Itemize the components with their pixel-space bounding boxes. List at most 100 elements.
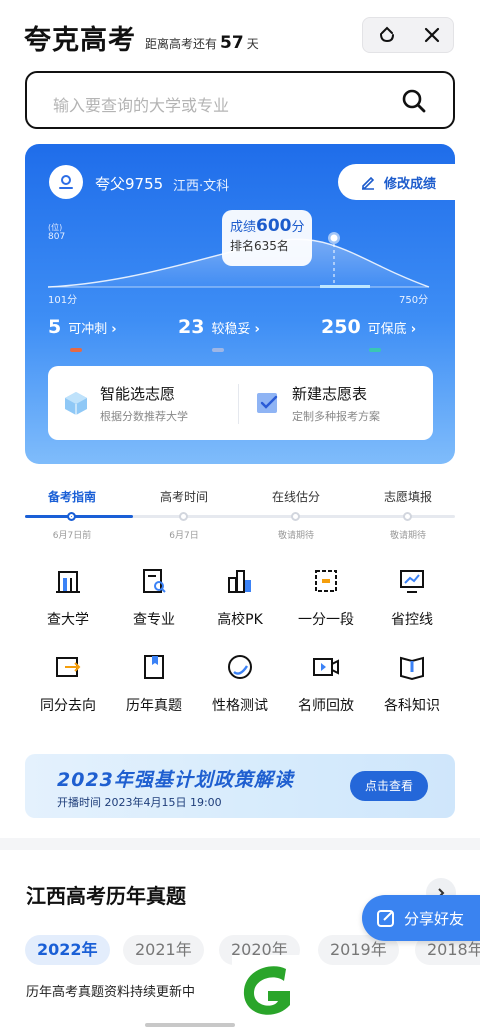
timeline-date: 敬请期待 — [389, 531, 426, 541]
search-input[interactable]: 输入要查询的大学或专业 — [25, 71, 455, 129]
grid-label: 省控线 — [391, 612, 433, 628]
chevron-right-icon: › — [410, 322, 417, 337]
count-rush-value: 5 — [48, 316, 62, 338]
share-friends-button[interactable]: 分享好友 — [362, 895, 480, 941]
college-pk-icon — [228, 570, 251, 593]
timeline-tab-guide[interactable]: 备考指南 — [17, 488, 127, 505]
year-tab[interactable]: 2021年 — [123, 935, 204, 965]
cube-icon — [65, 392, 87, 415]
teacher-replay-icon — [313, 658, 339, 676]
grid-item-control-line[interactable]: 省控线 — [368, 566, 456, 629]
timeline-dot — [179, 512, 188, 521]
grid-item-past-papers[interactable]: 历年真题 — [110, 652, 198, 715]
grid-label: 同分去向 — [40, 698, 96, 714]
past-papers-icon — [144, 655, 164, 679]
search-placeholder: 输入要查询的大学或专业 — [53, 96, 230, 115]
exam-timeline: 备考指南 高考时间 在线估分 志愿填报 6月7日前 6月7日 敬请期待 敬请期待 — [0, 488, 480, 548]
chevron-right-icon: › — [111, 322, 117, 337]
timeline-dot — [403, 512, 412, 521]
timeline-tab-exam-time[interactable]: 高考时间 — [129, 488, 239, 505]
count-rush-label: 可冲刺 — [68, 322, 108, 337]
timeline-label: 备考指南 — [47, 490, 96, 504]
control-line-icon — [400, 570, 424, 593]
search-icon[interactable] — [401, 88, 427, 118]
banner-subtitle: 开播时间 2023年4月15日 19:00 — [57, 796, 222, 809]
same-score-icon — [56, 657, 81, 677]
count-safe-bar — [369, 348, 381, 352]
papers-note: 历年高考真题资料持续更新中 — [26, 985, 196, 1000]
grid-item-major[interactable]: 查专业 — [110, 566, 198, 629]
count-stable[interactable]: 23 较稳妥 › — [178, 316, 260, 338]
countdown-suffix: 天 — [246, 37, 259, 51]
timeline-progress — [25, 515, 133, 518]
app-title: 夸克高考 — [24, 25, 136, 56]
timeline-tab-application[interactable]: 志愿填报 — [353, 488, 463, 505]
count-stable-bar — [212, 348, 224, 352]
grid-label: 查专业 — [133, 612, 175, 628]
university-icon — [56, 571, 80, 593]
section-divider — [0, 838, 480, 850]
grid-label: 一分一段 — [298, 612, 354, 628]
view-now-button[interactable]: 点击查看 — [350, 771, 428, 801]
grid-item-score-segment[interactable]: 一分一段 — [282, 566, 370, 629]
header: 夸克高考 距离高考还有 57 天 — [0, 0, 480, 70]
smart-choose-title: 智能选志愿 — [100, 384, 176, 403]
score-line: 成绩600分 — [230, 216, 312, 236]
chart-x-min: 101分 — [48, 295, 78, 306]
score-card: 夸父9755 江西·文科 修改成绩 (位) 807 101分 750分 成绩60… — [25, 144, 455, 464]
timeline-label: 高考时间 — [159, 490, 208, 504]
count-safe-label: 可保底 — [367, 322, 407, 337]
past-papers-title: 江西高考历年真题 — [26, 884, 186, 908]
major-search-icon — [143, 569, 166, 593]
timeline-label: 在线估分 — [271, 490, 320, 504]
count-stable-label: 较稳妥 — [211, 322, 251, 337]
new-plan-button[interactable]: 新建志愿表 定制多种报考方案 — [254, 366, 380, 440]
timeline-date: 6月7日前 — [52, 531, 92, 541]
year-tab[interactable]: 2022年 — [25, 935, 110, 965]
grid-item-university[interactable]: 查大学 — [24, 566, 112, 629]
rank-label: 排名635名 — [230, 239, 289, 253]
count-rush-bar — [70, 348, 82, 352]
divider — [238, 384, 239, 424]
grid-item-personality[interactable]: 性格测试 — [196, 652, 284, 715]
grid-label: 高校PK — [217, 612, 263, 628]
feature-panel: 智能选志愿 根据分数推荐大学 新建志愿表 定制多种报考方案 — [48, 366, 433, 440]
score-range-highlight — [320, 285, 370, 288]
score-unit: 分 — [291, 220, 305, 235]
new-plan-title: 新建志愿表 — [292, 384, 368, 403]
share-icon — [377, 910, 394, 927]
timeline-tab-estimate[interactable]: 在线估分 — [241, 488, 351, 505]
count-rush[interactable]: 5 可冲刺 › — [48, 316, 117, 338]
grid-label: 历年真题 — [126, 698, 182, 714]
timeline-dot — [67, 512, 76, 521]
subject-knowledge-icon — [400, 656, 424, 681]
refresh-icon[interactable] — [376, 24, 398, 46]
score-value: 600 — [256, 216, 292, 236]
banner-title: 2023年强基计划政策解读 — [57, 769, 294, 791]
grid-item-subject-knowledge[interactable]: 各科知识 — [368, 652, 456, 715]
countdown-prefix: 距离高考还有 — [145, 37, 218, 51]
count-safe-value: 250 — [321, 316, 361, 338]
home-indicator — [145, 1023, 235, 1027]
share-label: 分享好友 — [404, 909, 465, 928]
countdown-days: 57 — [220, 33, 244, 53]
timeline-date: 6月7日 — [169, 531, 199, 541]
new-plan-sub: 定制多种报考方案 — [292, 409, 380, 423]
count-safe[interactable]: 250 可保底 › — [321, 316, 416, 338]
chart-x-max: 750分 — [399, 295, 429, 306]
grid-item-teacher-replay[interactable]: 名师回放 — [282, 652, 370, 715]
policy-banner[interactable]: 2023年强基计划政策解读 开播时间 2023年4月15日 19:00 点击查看 — [25, 754, 455, 818]
grid-item-college-pk[interactable]: 高校PK — [196, 566, 284, 629]
smart-choose-sub: 根据分数推荐大学 — [100, 409, 188, 423]
checklist-icon — [257, 393, 278, 413]
count-stable-value: 23 — [178, 316, 205, 338]
grid-item-same-score[interactable]: 同分去向 — [24, 652, 112, 715]
timeline-date: 敬请期待 — [277, 531, 314, 541]
score-segment-icon — [315, 570, 337, 592]
timeline-dot — [291, 512, 300, 521]
close-icon[interactable] — [423, 26, 441, 44]
exam-countdown: 距离高考还有 57 天 — [145, 33, 259, 53]
mini-app-capsule — [362, 17, 454, 53]
smart-choose-button[interactable]: 智能选志愿 根据分数推荐大学 — [62, 366, 188, 440]
grid-label: 名师回放 — [298, 698, 354, 714]
